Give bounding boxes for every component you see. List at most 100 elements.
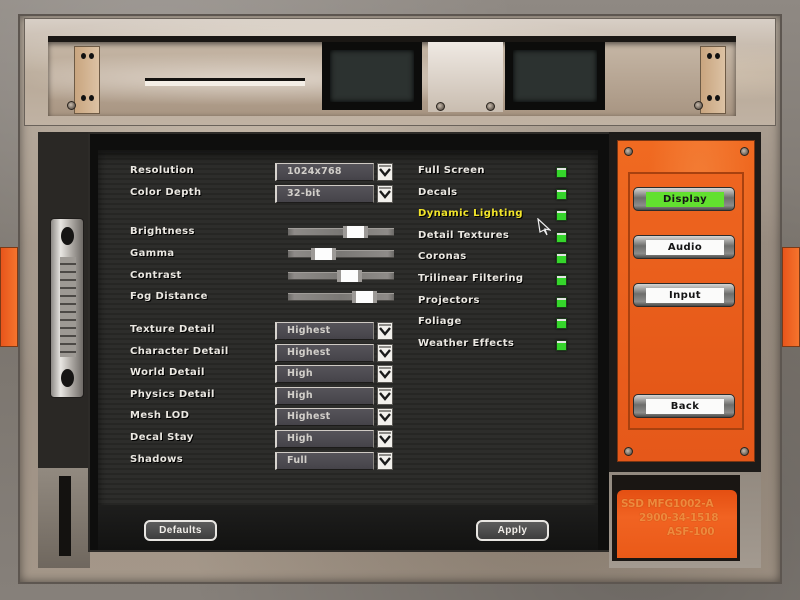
contrast-slider[interactable] xyxy=(288,270,394,282)
left-orange-tab xyxy=(0,247,18,347)
color-depth-label: Color Depth xyxy=(130,187,202,198)
texture-detail-label: Texture Detail xyxy=(130,324,215,335)
chevron-down-icon[interactable] xyxy=(377,408,393,426)
decal-stay-label: Decal Stay xyxy=(130,432,194,443)
physics-detail-value: High xyxy=(287,390,313,401)
foliage-label: Foliage xyxy=(418,316,462,327)
decal-stay-dropdown[interactable]: High xyxy=(275,430,374,448)
handle-grip xyxy=(60,257,76,357)
bolt-hole xyxy=(81,95,86,101)
bolt-hole xyxy=(715,95,720,101)
chevron-down-icon[interactable] xyxy=(377,452,393,470)
projectors-label: Projectors xyxy=(418,295,480,306)
physics-detail-dropdown[interactable]: High xyxy=(275,387,374,405)
right-bracket xyxy=(700,46,726,114)
card-slot xyxy=(145,78,305,86)
bolt-hole xyxy=(81,53,86,59)
defaults-button[interactable]: Defaults xyxy=(144,520,217,541)
center-plate xyxy=(428,42,503,112)
screen-glass xyxy=(513,50,597,102)
dynamic-lighting-checkbox[interactable] xyxy=(556,210,567,221)
coronas-label: Coronas xyxy=(418,251,467,262)
chevron-down-icon[interactable] xyxy=(377,430,393,448)
right-orange-tab xyxy=(782,247,800,347)
texture-detail-dropdown[interactable]: Highest xyxy=(275,322,374,340)
color-depth-dropdown[interactable]: 32-bit xyxy=(275,185,374,203)
fog-distance-label: Fog Distance xyxy=(130,291,208,302)
mesh-lod-value: Highest xyxy=(287,411,331,422)
serial-line-1: SSD MFG1002-A xyxy=(621,498,714,510)
fog-distance-slider-knob[interactable] xyxy=(356,291,373,303)
serial-line-3: ASF-100 xyxy=(667,526,715,538)
screw-icon xyxy=(624,147,633,156)
full-screen-checkbox[interactable] xyxy=(556,167,567,178)
nav-tab-label: Input xyxy=(646,288,724,303)
character-detail-dropdown[interactable]: Highest xyxy=(275,344,374,362)
coronas-checkbox[interactable] xyxy=(556,253,567,264)
shadows-value: Full xyxy=(287,455,308,466)
bolt-hole xyxy=(715,53,720,59)
full-screen-label: Full Screen xyxy=(418,165,485,176)
brightness-slider-knob[interactable] xyxy=(347,226,364,238)
serial-plate: SSD MFG1002-A 2900-34-1518 ASF-100 xyxy=(617,490,737,558)
bolt-hole xyxy=(707,53,712,59)
trilinear-filtering-label: Trilinear Filtering xyxy=(418,273,524,284)
chevron-down-icon[interactable] xyxy=(377,322,393,340)
detail-textures-label: Detail Textures xyxy=(418,230,510,241)
shadows-dropdown[interactable]: Full xyxy=(275,452,374,470)
projectors-checkbox[interactable] xyxy=(556,297,567,308)
color-depth-value: 32-bit xyxy=(287,188,321,199)
weather-effects-checkbox[interactable] xyxy=(556,340,567,351)
weather-effects-label: Weather Effects xyxy=(418,338,515,349)
chevron-down-icon[interactable] xyxy=(377,163,393,181)
nav-tab-display[interactable]: Display xyxy=(633,187,735,211)
decals-checkbox[interactable] xyxy=(556,189,567,200)
chevron-down-icon[interactable] xyxy=(377,185,393,203)
chevron-down-icon[interactable] xyxy=(377,365,393,383)
screen-glass xyxy=(330,50,414,102)
nav-tab-audio[interactable]: Audio xyxy=(633,235,735,259)
lower-slot xyxy=(59,476,71,556)
world-detail-value: High xyxy=(287,368,313,379)
resolution-value: 1024x768 xyxy=(287,166,342,177)
shadows-label: Shadows xyxy=(130,454,184,465)
display-screen-left xyxy=(322,42,422,110)
left-bracket xyxy=(74,46,100,114)
brightness-label: Brightness xyxy=(130,226,195,237)
mouse-cursor-icon xyxy=(537,218,551,236)
physics-detail-label: Physics Detail xyxy=(130,389,215,400)
screw-icon xyxy=(740,147,749,156)
texture-detail-value: Highest xyxy=(287,325,331,336)
world-detail-dropdown[interactable]: High xyxy=(275,365,374,383)
dynamic-lighting-label: Dynamic Lighting xyxy=(418,208,523,219)
brightness-slider[interactable] xyxy=(288,226,394,238)
bolt-hole xyxy=(707,95,712,101)
nav-tab-label: Audio xyxy=(646,240,724,255)
world-detail-label: World Detail xyxy=(130,367,205,378)
detail-textures-checkbox[interactable] xyxy=(556,232,567,243)
resolution-dropdown[interactable]: 1024x768 xyxy=(275,163,374,181)
trilinear-filtering-checkbox[interactable] xyxy=(556,275,567,286)
screw-icon xyxy=(67,101,76,110)
foliage-checkbox[interactable] xyxy=(556,318,567,329)
character-detail-value: Highest xyxy=(287,347,331,358)
nav-tab-input[interactable]: Input xyxy=(633,283,735,307)
gamma-slider-knob[interactable] xyxy=(315,248,332,260)
handle-hole xyxy=(61,227,74,245)
handle-hole xyxy=(61,369,74,387)
screw-icon xyxy=(740,447,749,456)
mesh-lod-label: Mesh LOD xyxy=(130,410,190,421)
chevron-down-icon[interactable] xyxy=(377,344,393,362)
contrast-label: Contrast xyxy=(130,270,182,281)
bolt-hole xyxy=(89,95,94,101)
contrast-slider-knob[interactable] xyxy=(341,270,358,282)
fog-distance-slider[interactable] xyxy=(288,291,394,303)
mesh-lod-dropdown[interactable]: Highest xyxy=(275,408,374,426)
handle-icon xyxy=(50,218,84,398)
back-button[interactable]: Back xyxy=(633,394,735,418)
screw-icon xyxy=(694,101,703,110)
chevron-down-icon[interactable] xyxy=(377,387,393,405)
gamma-slider[interactable] xyxy=(288,248,394,260)
decal-stay-value: High xyxy=(287,433,313,444)
apply-button[interactable]: Apply xyxy=(476,520,549,541)
